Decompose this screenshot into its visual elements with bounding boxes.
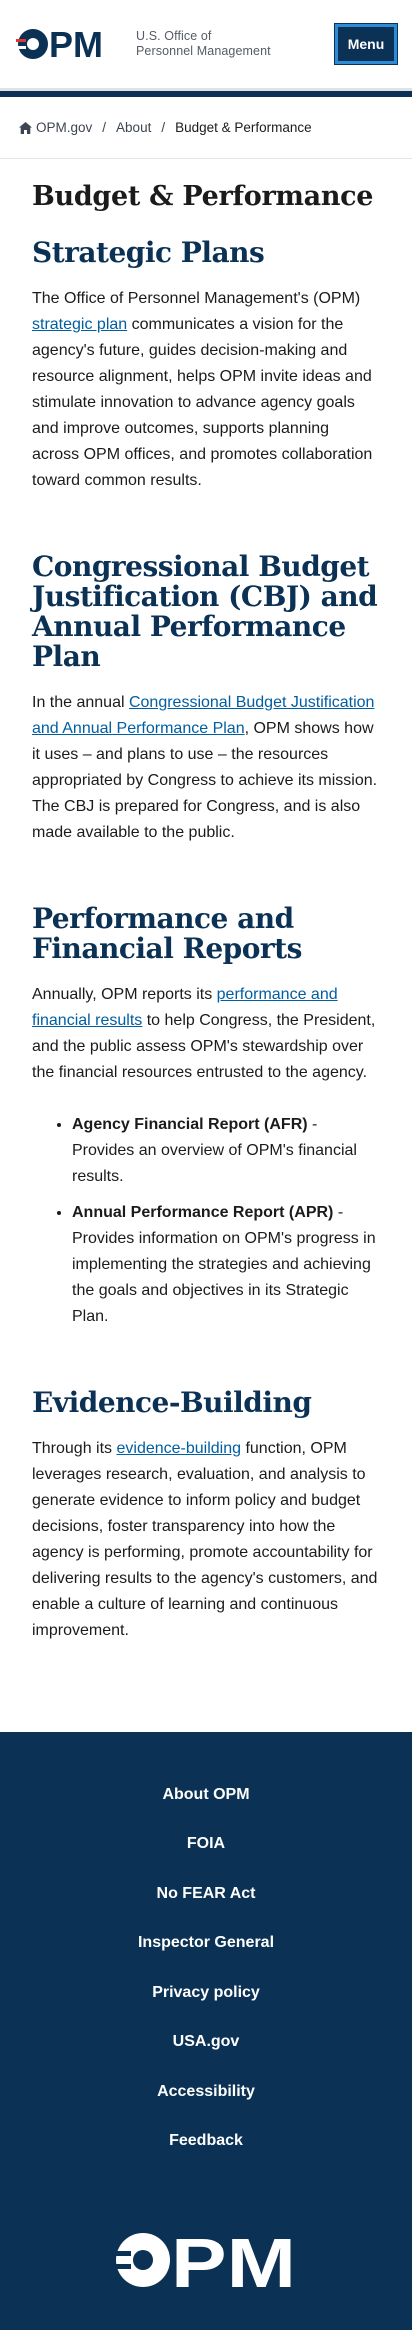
menu-button[interactable]: Menu (334, 23, 398, 65)
footer-link-usa-gov[interactable]: USA.gov (173, 2033, 240, 2051)
reports-list: Agency Financial Report (AFR) - Provides… (32, 1112, 380, 1330)
footer-link-feedback[interactable]: Feedback (169, 2132, 243, 2150)
org-name-line2: Personnel Management (136, 44, 271, 58)
opm-logo[interactable]: PM U.S. Office of Personnel Management (16, 27, 271, 61)
main-content: Budget & Performance Strategic Plans The… (0, 159, 412, 1644)
breadcrumb-about-link[interactable]: About (116, 120, 151, 135)
svg-text:PM: PM (49, 27, 103, 61)
paragraph-text: Through its (32, 1440, 117, 1457)
header-divider (0, 88, 412, 97)
footer-link-item: Privacy policy (152, 1968, 260, 2018)
section-heading: Evidence-Building (32, 1386, 312, 1419)
section-heading: Strategic Plans (32, 236, 265, 269)
footer-opm-logo[interactable]: PM (0, 2230, 412, 2290)
paragraph-text: , OPM shows how it uses – and plans to u… (32, 720, 378, 841)
section-paragraph: Annually, OPM reports its performance an… (32, 982, 380, 1086)
home-icon (19, 121, 32, 134)
footer-link-no-fear-act[interactable]: No FEAR Act (157, 1885, 256, 1903)
list-item-title: Annual Performance Report (APR) (72, 1204, 334, 1221)
list-item: Agency Financial Report (AFR) - Provides… (72, 1112, 380, 1190)
org-name: U.S. Office of Personnel Management (136, 29, 271, 59)
footer-link-about-opm[interactable]: About OPM (162, 1786, 249, 1804)
page-title: Budget & Performance (32, 181, 374, 212)
footer-link-item: No FEAR Act (157, 1869, 256, 1919)
footer-link-item: Accessibility (157, 2067, 255, 2117)
footer-link-foia[interactable]: FOIA (187, 1835, 225, 1853)
breadcrumb-current: Budget & Performance (175, 120, 312, 135)
breadcrumb: OPM.gov / About / Budget & Performance (0, 97, 412, 159)
evidence-building-section: Evidence-Building Through its evidence-b… (32, 1388, 380, 1644)
footer-link-item: Feedback (169, 2117, 243, 2167)
paragraph-text: In the annual (32, 694, 129, 711)
site-footer: About OPM FOIA No FEAR Act Inspector Gen… (0, 1732, 412, 2330)
footer-link-item: FOIA (187, 1820, 225, 1870)
footer-link-item: USA.gov (173, 2018, 240, 2068)
footer-link-privacy-policy[interactable]: Privacy policy (152, 1984, 260, 2002)
paragraph-text: communicates a vision for the agency's f… (32, 316, 373, 489)
footer-link-item: Inspector General (138, 1919, 274, 1969)
section-paragraph: The Office of Personnel Management's (OP… (32, 286, 380, 494)
footer-link-inspector-general[interactable]: Inspector General (138, 1934, 274, 1952)
section-heading: Congressional Budget Justification (CBJ)… (32, 550, 378, 673)
strategic-plan-link[interactable]: strategic plan (32, 316, 127, 333)
paragraph-text: Annually, OPM reports its (32, 986, 217, 1003)
cbj-section: Congressional Budget Justification (CBJ)… (32, 552, 380, 846)
evidence-building-link[interactable]: evidence-building (116, 1440, 241, 1457)
opm-logo-mark: PM (16, 27, 126, 61)
strategic-plans-section: Strategic Plans The Office of Personnel … (32, 238, 380, 494)
paragraph-text: function, OPM leverages research, evalua… (32, 1440, 378, 1639)
section-paragraph: Through its evidence-building function, … (32, 1436, 380, 1644)
svg-text:PM: PM (171, 2230, 296, 2290)
footer-links: About OPM FOIA No FEAR Act Inspector Gen… (0, 1770, 412, 2166)
list-item: Annual Performance Report (APR) - Provid… (72, 1200, 380, 1330)
footer-link-item: About OPM (162, 1770, 249, 1820)
breadcrumb-separator: / (102, 120, 107, 135)
org-name-line1: U.S. Office of (136, 29, 212, 43)
paragraph-text: The Office of Personnel Management's (OP… (32, 290, 361, 307)
section-heading: Performance and Financial Reports (32, 902, 302, 965)
list-item-desc: - Provides information on OPM's progress… (72, 1204, 376, 1325)
footer-link-accessibility[interactable]: Accessibility (157, 2083, 255, 2101)
list-item-title: Agency Financial Report (AFR) (72, 1116, 308, 1133)
site-header: PM U.S. Office of Personnel Management M… (0, 0, 412, 88)
breadcrumb-separator: / (161, 120, 166, 135)
performance-reports-section: Performance and Financial Reports Annual… (32, 904, 380, 1330)
breadcrumb-home-link[interactable]: OPM.gov (36, 120, 92, 135)
section-paragraph: In the annual Congressional Budget Justi… (32, 690, 380, 846)
